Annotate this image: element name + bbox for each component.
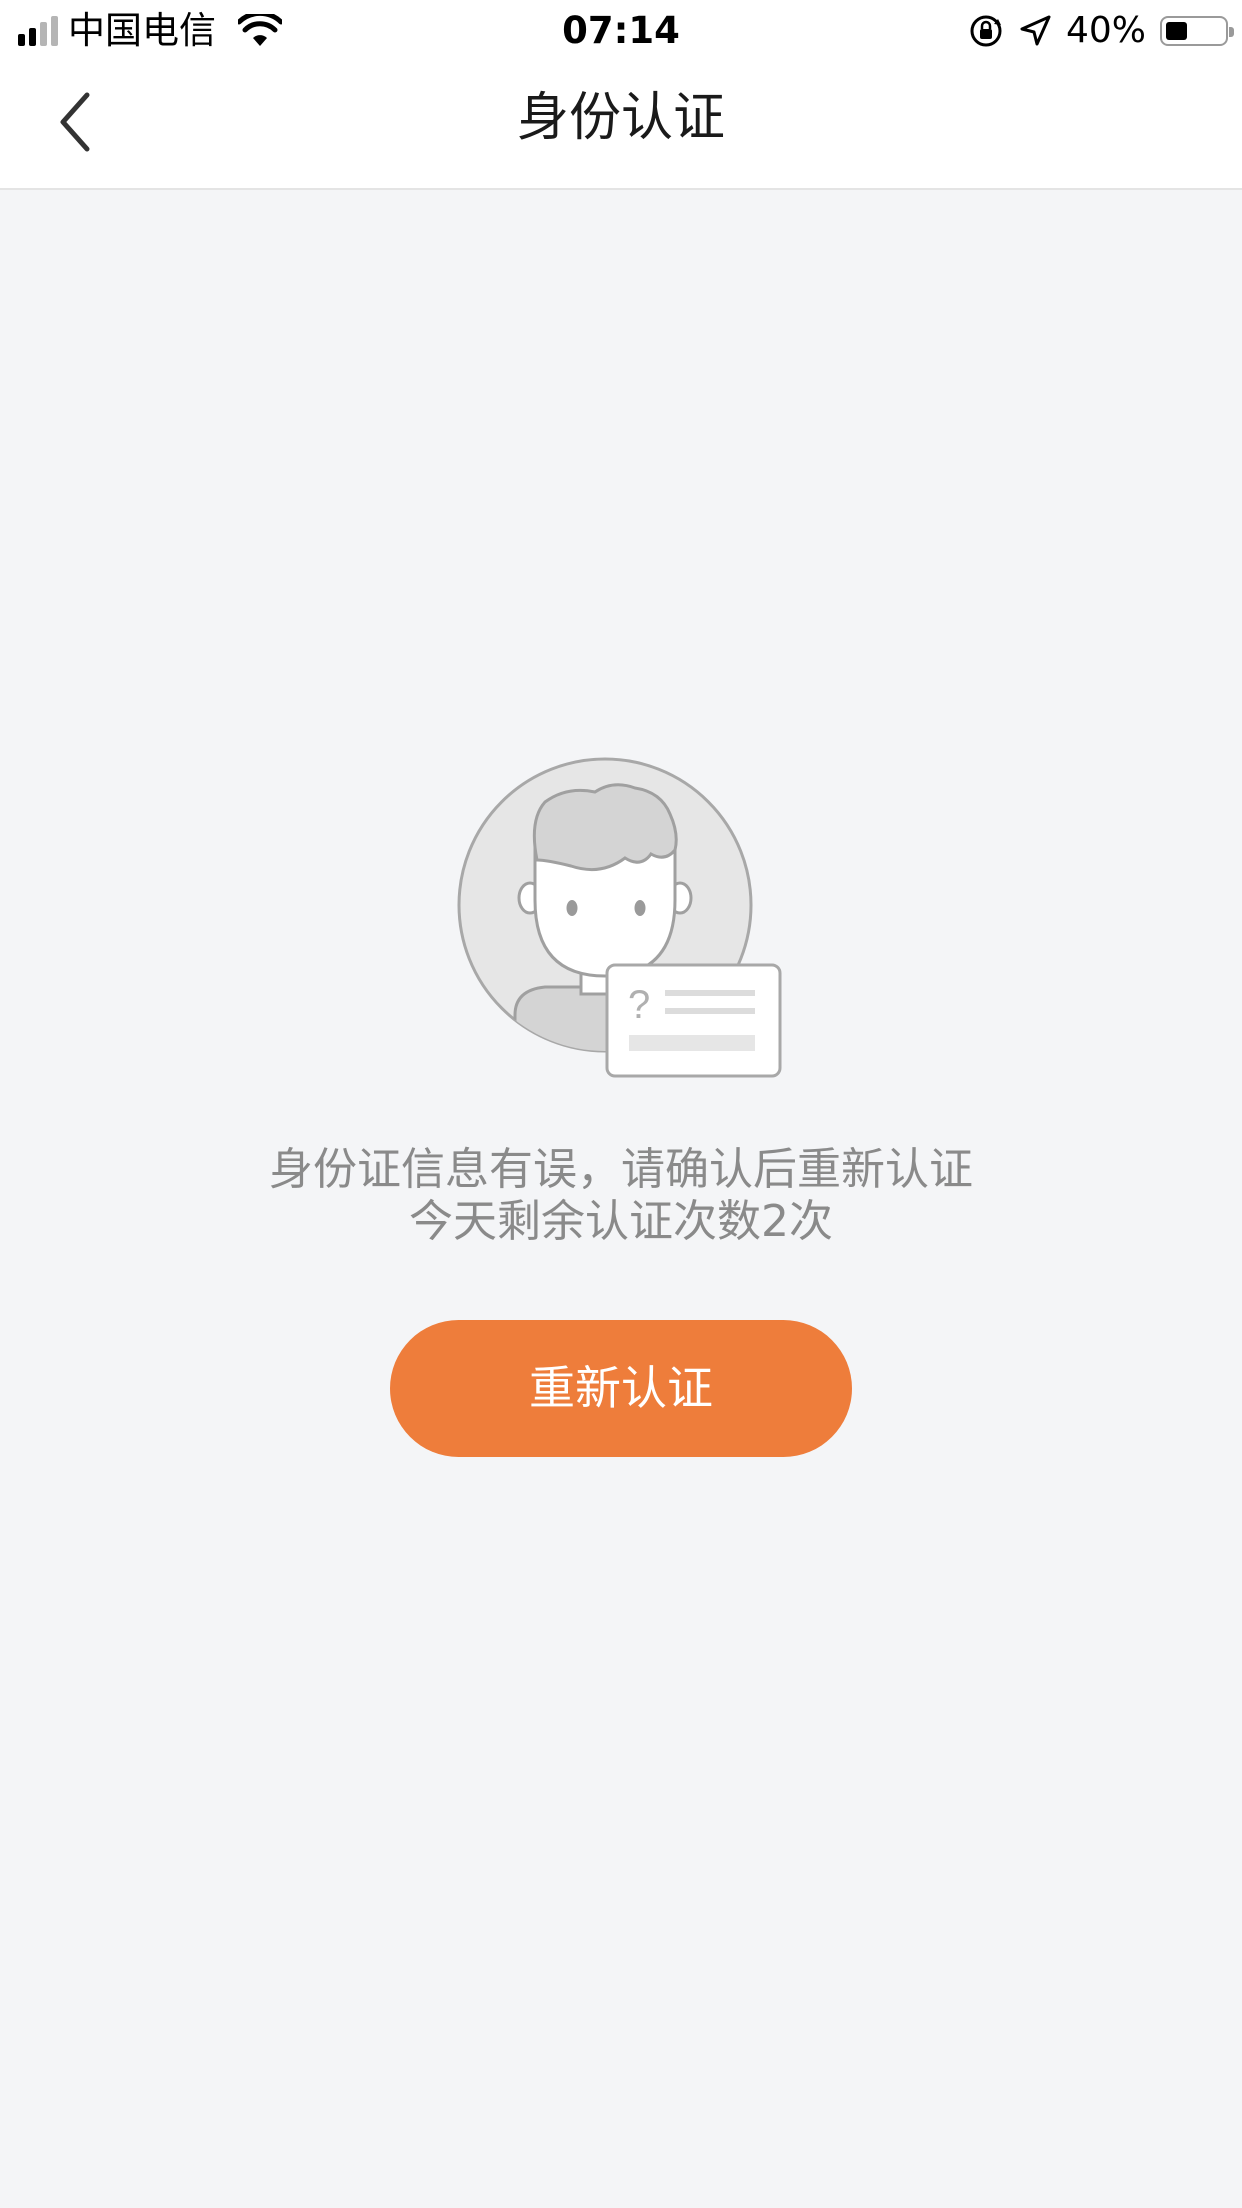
location-arrow-icon	[1020, 15, 1051, 46]
verification-error-message: 身份证信息有误，请确认后重新认证 今天剩余认证次数2次	[0, 1144, 1242, 1248]
battery-percent: 40%	[1065, 10, 1146, 51]
battery-icon	[1160, 16, 1234, 46]
status-bar-right: 40%	[968, 8, 1234, 54]
page-title: 身份认证	[516, 88, 725, 148]
orientation-lock-icon	[970, 15, 1002, 47]
remaining-attempts-line: 今天剩余认证次数2次	[409, 1196, 833, 1247]
id-verification-person-icon: ?	[457, 757, 782, 1078]
status-bar: 中国电信 07:14 40%	[0, 0, 1242, 60]
reverify-button[interactable]: 重新认证	[390, 1320, 852, 1457]
navigation-bar: 身份认证	[0, 60, 1242, 190]
svg-text:?: ?	[628, 983, 650, 1027]
error-message-line: 身份证信息有误，请确认后重新认证	[269, 1144, 973, 1195]
